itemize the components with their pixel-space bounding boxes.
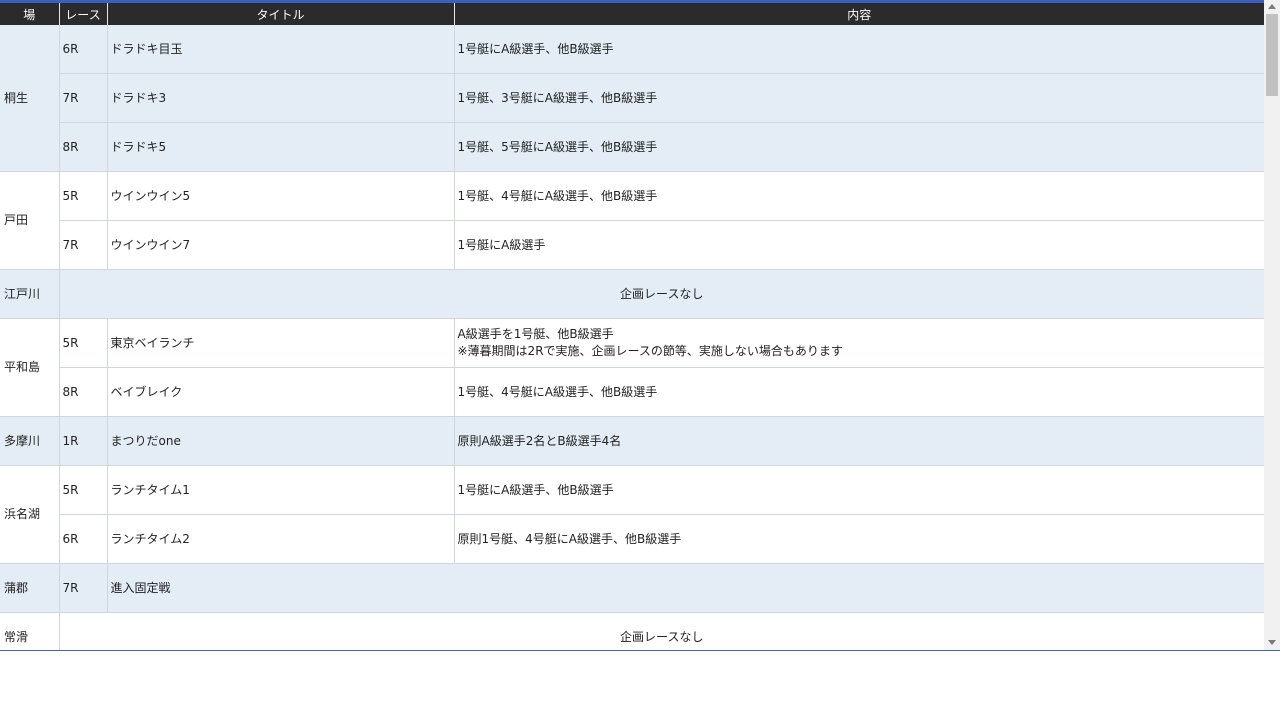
- table-row: 多摩川 1R まつりだone 原則A級選手2名とB級選手4名: [0, 416, 1264, 466]
- table-row: 7R ドラドキ3 1号艇、3号艇にA級選手、他B級選手: [0, 73, 1264, 123]
- content-cell: A級選手を1号艇、他B級選手 ※薄暮期間は2Rで実施、企画レースの節等、実施しな…: [454, 318, 1264, 368]
- race-cell: 5R: [59, 465, 108, 515]
- race-cell: 6R: [59, 514, 108, 564]
- venue-cell: 江戸川: [0, 269, 60, 319]
- venue-cell: 多摩川: [0, 416, 60, 466]
- race-cell: 6R: [59, 25, 108, 74]
- race-cell: 5R: [59, 171, 108, 221]
- content-cell: 1号艇にA級選手、他B級選手: [454, 465, 1264, 515]
- content-cell: 1号艇にA級選手、他B級選手: [454, 25, 1264, 74]
- race-cell: 8R: [59, 367, 108, 417]
- race-cell: 7R: [59, 563, 108, 613]
- venue-cell: 常滑: [0, 612, 60, 650]
- venue-cell: 平和島: [0, 318, 60, 417]
- title-cell: ランチタイム2: [107, 514, 455, 564]
- table-row: 8R ベイブレイク 1号艇、4号艇にA級選手、他B級選手: [0, 367, 1264, 417]
- venue-cell: 桐生: [0, 25, 60, 172]
- race-table: 場 レース タイトル 内容 桐生 6R ドラドキ目玉 1号艇にA級選手、他B級選…: [0, 3, 1264, 650]
- no-race-cell: 企画レースなし: [59, 612, 1264, 650]
- table-row: 蒲郡 7R 進入固定戦: [0, 563, 1264, 613]
- title-cell: ドラドキ5: [107, 122, 455, 172]
- title-cell: 東京ベイランチ: [107, 318, 455, 368]
- scroll-up-arrow-icon[interactable]: [1268, 4, 1276, 9]
- content-cell: 1号艇、4号艇にA級選手、他B級選手: [454, 171, 1264, 221]
- content-cell: 原則A級選手2名とB級選手4名: [454, 416, 1264, 466]
- venue-cell: 浜名湖: [0, 465, 60, 564]
- title-cell: ベイブレイク: [107, 367, 455, 417]
- title-cell: ランチタイム1: [107, 465, 455, 515]
- table-row: 7R ウインウイン7 1号艇にA級選手: [0, 220, 1264, 270]
- content-cell: 1号艇にA級選手: [454, 220, 1264, 270]
- title-cell: ドラドキ目玉: [107, 25, 455, 74]
- table-row: 桐生 6R ドラドキ目玉 1号艇にA級選手、他B級選手: [0, 25, 1264, 172]
- race-cell: 1R: [59, 416, 108, 466]
- race-table-container: 場 レース タイトル 内容 桐生 6R ドラドキ目玉 1号艇にA級選手、他B級選…: [0, 3, 1264, 650]
- table-row: 8R ドラドキ5 1号艇、5号艇にA級選手、他B級選手: [0, 122, 1264, 172]
- scroll-thumb[interactable]: [1266, 14, 1278, 96]
- title-cell: ウインウイン7: [107, 220, 455, 270]
- header-content: 内容: [454, 3, 1264, 25]
- header-title: タイトル: [107, 3, 455, 25]
- table-row: 6R ランチタイム2 原則1号艇、4号艇にA級選手、他B級選手: [0, 514, 1264, 564]
- title-cell: ドラドキ3: [107, 73, 455, 123]
- venue-cell: 戸田: [0, 171, 60, 270]
- table-header-row: 場 レース タイトル 内容: [0, 3, 1264, 25]
- race-cell: 8R: [59, 122, 108, 172]
- table-row: 常滑 企画レースなし: [0, 612, 1264, 650]
- content-cell: 1号艇、3号艇にA級選手、他B級選手: [454, 73, 1264, 123]
- vertical-scrollbar[interactable]: [1264, 0, 1280, 650]
- content-cell: 1号艇、5号艇にA級選手、他B級選手: [454, 122, 1264, 172]
- no-race-cell: 企画レースなし: [59, 269, 1264, 319]
- header-venue: 場: [0, 3, 60, 25]
- table-row: 平和島 5R 東京ベイランチ A級選手を1号艇、他B級選手 ※薄暮期間は2Rで実…: [0, 318, 1264, 417]
- header-race: レース: [59, 3, 108, 25]
- content-cell: 1号艇、4号艇にA級選手、他B級選手: [454, 367, 1264, 417]
- table-row: 浜名湖 5R ランチタイム1 1号艇にA級選手、他B級選手: [0, 465, 1264, 564]
- race-cell: 7R: [59, 220, 108, 270]
- content-note: ※薄暮期間は2Rで実施、企画レースの節等、実施しない場合もあります: [457, 344, 843, 358]
- title-cell: 進入固定戦: [107, 563, 1264, 613]
- table-row: 戸田 5R ウインウイン5 1号艇、4号艇にA級選手、他B級選手: [0, 171, 1264, 270]
- race-cell: 5R: [59, 318, 108, 368]
- title-cell: まつりだone: [107, 416, 455, 466]
- race-cell: 7R: [59, 73, 108, 123]
- table-row: 江戸川 企画レースなし: [0, 269, 1264, 319]
- venue-cell: 蒲郡: [0, 563, 60, 613]
- content-line: A級選手を1号艇、他B級選手: [457, 327, 614, 341]
- content-cell: 原則1号艇、4号艇にA級選手、他B級選手: [454, 514, 1264, 564]
- page-viewport: 場 レース タイトル 内容 桐生 6R ドラドキ目玉 1号艇にA級選手、他B級選…: [0, 0, 1280, 651]
- title-cell: ウインウイン5: [107, 171, 455, 221]
- scroll-down-arrow-icon[interactable]: [1268, 640, 1276, 645]
